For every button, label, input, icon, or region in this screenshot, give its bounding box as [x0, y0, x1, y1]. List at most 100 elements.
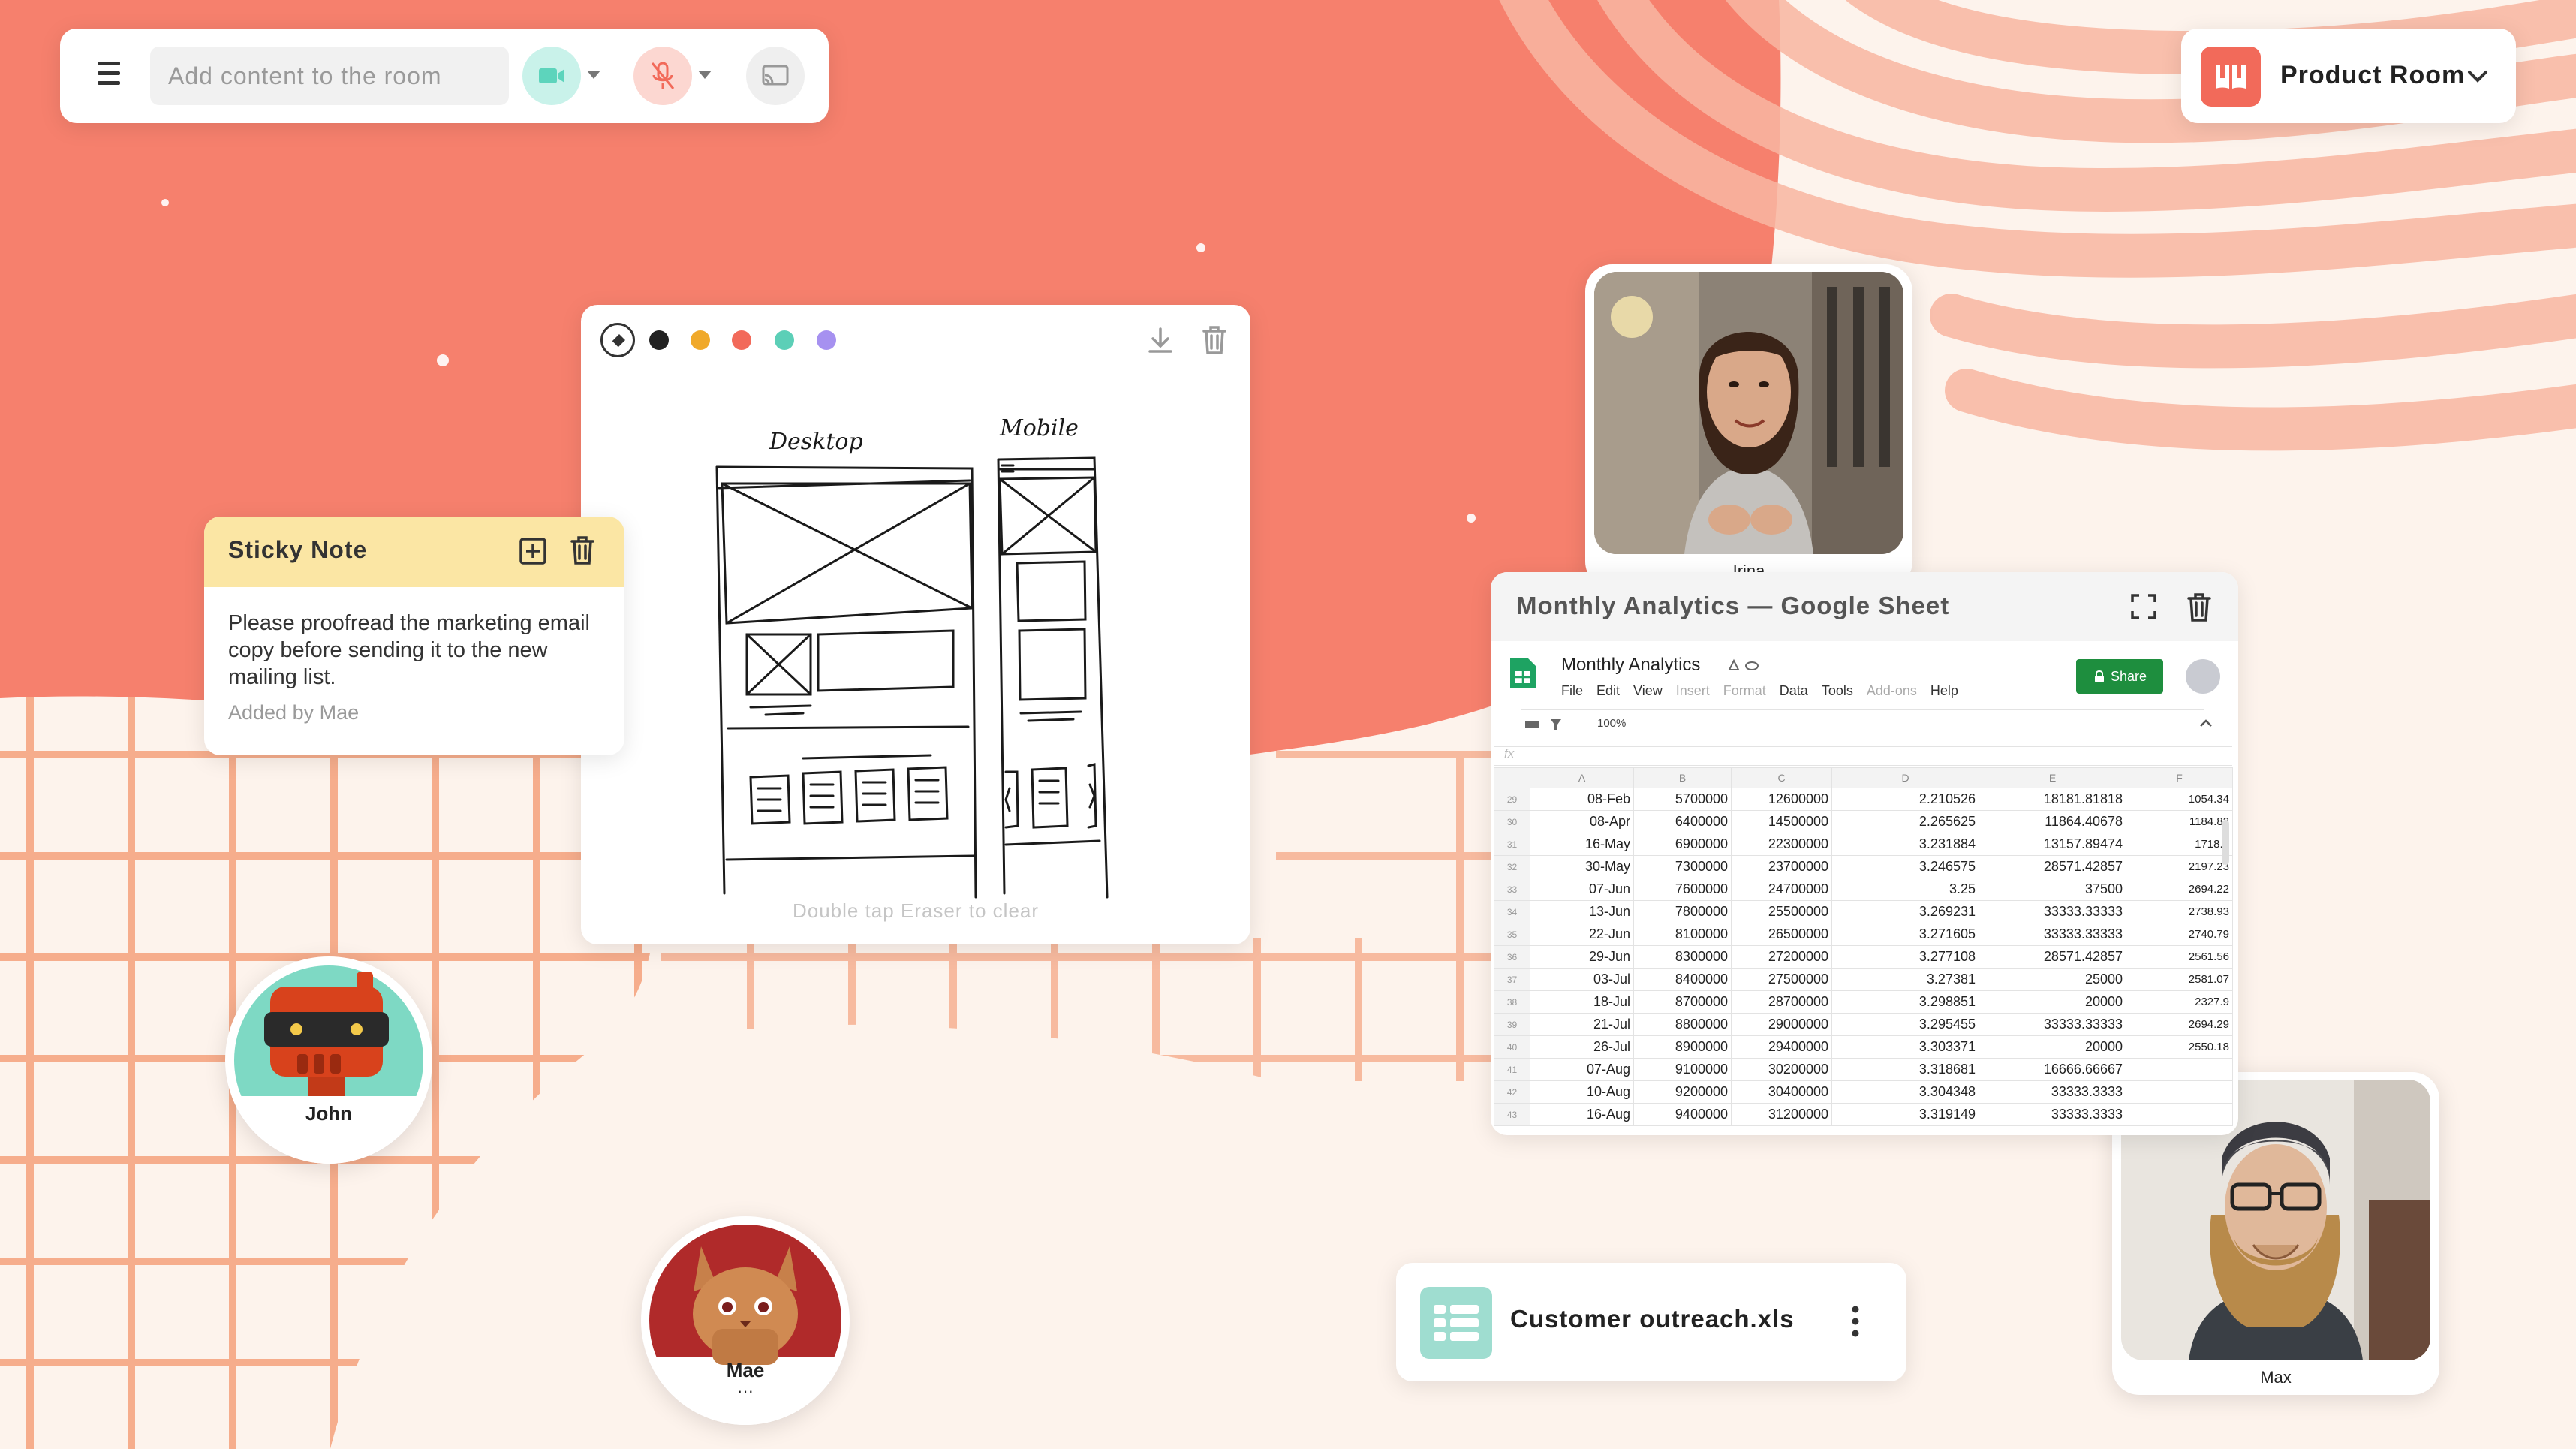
- table-cell[interactable]: 37500: [1979, 878, 2126, 901]
- table-cell[interactable]: 3.25: [1831, 878, 1979, 901]
- room-selector-button[interactable]: Product Room: [2181, 29, 2516, 123]
- table-cell[interactable]: 8300000: [1633, 945, 1732, 969]
- row-number[interactable]: 30: [1494, 810, 1530, 833]
- table-cell[interactable]: 30200000: [1731, 1058, 1832, 1081]
- row-number[interactable]: 37: [1494, 968, 1530, 991]
- table-cell[interactable]: 28700000: [1731, 990, 1832, 1014]
- table-cell[interactable]: 22300000: [1731, 833, 1832, 856]
- row-number[interactable]: 36: [1494, 945, 1530, 969]
- table-cell[interactable]: 28571.42857: [1979, 855, 2126, 878]
- row-number[interactable]: 31: [1494, 833, 1530, 856]
- camera-options-chevron-icon[interactable]: [587, 71, 600, 79]
- table-cell[interactable]: 6400000: [1633, 810, 1732, 833]
- sheet-menu-data[interactable]: Data: [1780, 683, 1808, 699]
- column-header[interactable]: D: [1831, 767, 1979, 788]
- table-cell[interactable]: 23700000: [1731, 855, 1832, 878]
- table-cell[interactable]: 7800000: [1633, 900, 1732, 923]
- table-cell[interactable]: 16-May: [1530, 833, 1634, 856]
- pen-color-red[interactable]: [732, 330, 751, 350]
- cast-button[interactable]: [746, 47, 805, 105]
- file-card[interactable]: Customer outreach.xls: [1396, 1263, 1906, 1381]
- table-cell[interactable]: 07-Aug: [1530, 1058, 1634, 1081]
- table-cell[interactable]: 20000: [1979, 1035, 2126, 1059]
- table-cell[interactable]: 07-Jun: [1530, 878, 1634, 901]
- more-icon[interactable]: ···: [641, 1381, 850, 1401]
- table-row[interactable]: 36 29-Jun 8300000 27200000 3.277108 28571.428…: [1494, 945, 2233, 969]
- table-cell[interactable]: 26-Jul: [1530, 1035, 1634, 1059]
- eraser-tool-button[interactable]: [600, 323, 635, 357]
- sheet-menu-tools[interactable]: Tools: [1822, 683, 1853, 699]
- share-button[interactable]: Share: [2076, 659, 2163, 694]
- add-note-icon[interactable]: [518, 536, 548, 566]
- table-cell[interactable]: [2126, 1103, 2233, 1126]
- table-cell[interactable]: 27200000: [1731, 945, 1832, 969]
- table-row[interactable]: 30 08-Apr 6400000 14500000 2.265625 11864.406…: [1494, 810, 2233, 833]
- table-cell[interactable]: [2126, 1080, 2233, 1104]
- avatar-john[interactable]: John: [225, 956, 432, 1164]
- sheet-menu-edit[interactable]: Edit: [1596, 683, 1620, 699]
- table-cell[interactable]: 3.231884: [1831, 833, 1979, 856]
- table-cell[interactable]: 2694.22: [2126, 878, 2233, 901]
- sheet-menu-file[interactable]: File: [1561, 683, 1583, 699]
- table-cell[interactable]: [2126, 1058, 2233, 1081]
- column-header[interactable]: C: [1731, 767, 1832, 788]
- table-cell[interactable]: 7600000: [1633, 878, 1732, 901]
- table-cell[interactable]: 3.319149: [1831, 1103, 1979, 1126]
- table-cell[interactable]: 29400000: [1731, 1035, 1832, 1059]
- table-cell[interactable]: 16-Aug: [1530, 1103, 1634, 1126]
- trash-icon[interactable]: [567, 535, 597, 566]
- table-cell[interactable]: 25000: [1979, 968, 2126, 991]
- more-vertical-icon[interactable]: [1849, 1305, 1861, 1338]
- sheet-menu-view[interactable]: View: [1633, 683, 1663, 699]
- pen-color-purple[interactable]: [817, 330, 836, 350]
- row-number[interactable]: 32: [1494, 855, 1530, 878]
- table-cell[interactable]: 2694.29: [2126, 1013, 2233, 1036]
- trash-icon[interactable]: [1199, 324, 1229, 356]
- table-cell[interactable]: 8900000: [1633, 1035, 1732, 1059]
- table-cell[interactable]: 2581.07: [2126, 968, 2233, 991]
- row-number[interactable]: 42: [1494, 1080, 1530, 1104]
- column-header[interactable]: E: [1979, 767, 2126, 788]
- table-cell[interactable]: 2.265625: [1831, 810, 1979, 833]
- row-number[interactable]: 33: [1494, 878, 1530, 901]
- table-cell[interactable]: 33333.33333: [1979, 900, 2126, 923]
- table-row[interactable]: 31 16-May 6900000 22300000 3.231884 13157.894…: [1494, 833, 2233, 856]
- table-cell[interactable]: 13-Jun: [1530, 900, 1634, 923]
- table-cell[interactable]: 3.271605: [1831, 923, 1979, 946]
- download-icon[interactable]: [1145, 326, 1175, 356]
- table-cell[interactable]: 33333.33333: [1979, 923, 2126, 946]
- hamburger-icon[interactable]: [98, 62, 128, 92]
- table-cell[interactable]: 26500000: [1731, 923, 1832, 946]
- table-cell[interactable]: 14500000: [1731, 810, 1832, 833]
- table-row[interactable]: 35 22-Jun 8100000 26500000 3.271605 33333.333…: [1494, 923, 2233, 946]
- formula-bar[interactable]: [1494, 746, 2232, 766]
- corner-cell[interactable]: [1494, 767, 1530, 788]
- video-tile-irina[interactable]: Irina: [1585, 264, 1912, 589]
- table-cell[interactable]: 12600000: [1731, 788, 1832, 811]
- table-cell[interactable]: 10-Aug: [1530, 1080, 1634, 1104]
- table-row[interactable]: 42 10-Aug 9200000 30400000 3.304348 33333.333…: [1494, 1080, 2233, 1104]
- print-filter-icons[interactable]: [1524, 716, 1569, 733]
- table-cell[interactable]: 3.277108: [1831, 945, 1979, 969]
- sheet-menu-insert[interactable]: Insert: [1676, 683, 1710, 699]
- table-cell[interactable]: 2327.9: [2126, 990, 2233, 1014]
- table-cell[interactable]: 8100000: [1633, 923, 1732, 946]
- table-cell[interactable]: 3.295455: [1831, 1013, 1979, 1036]
- trash-icon[interactable]: [2184, 592, 2214, 623]
- table-cell[interactable]: 3.27381: [1831, 968, 1979, 991]
- row-number[interactable]: 39: [1494, 1013, 1530, 1036]
- table-cell[interactable]: 3.318681: [1831, 1058, 1979, 1081]
- table-cell[interactable]: 1718.2: [2126, 833, 2233, 856]
- row-number[interactable]: 41: [1494, 1058, 1530, 1081]
- table-cell[interactable]: 3.246575: [1831, 855, 1979, 878]
- table-cell[interactable]: 9400000: [1633, 1103, 1732, 1126]
- row-number[interactable]: 35: [1494, 923, 1530, 946]
- table-cell[interactable]: 8700000: [1633, 990, 1732, 1014]
- table-cell[interactable]: 8400000: [1633, 968, 1732, 991]
- table-cell[interactable]: 3.303371: [1831, 1035, 1979, 1059]
- table-cell[interactable]: 21-Jul: [1530, 1013, 1634, 1036]
- table-cell[interactable]: 18181.81818: [1979, 788, 2126, 811]
- row-number[interactable]: 29: [1494, 788, 1530, 811]
- mic-options-chevron-icon[interactable]: [698, 71, 712, 79]
- zoom-level[interactable]: 100%: [1597, 717, 1626, 730]
